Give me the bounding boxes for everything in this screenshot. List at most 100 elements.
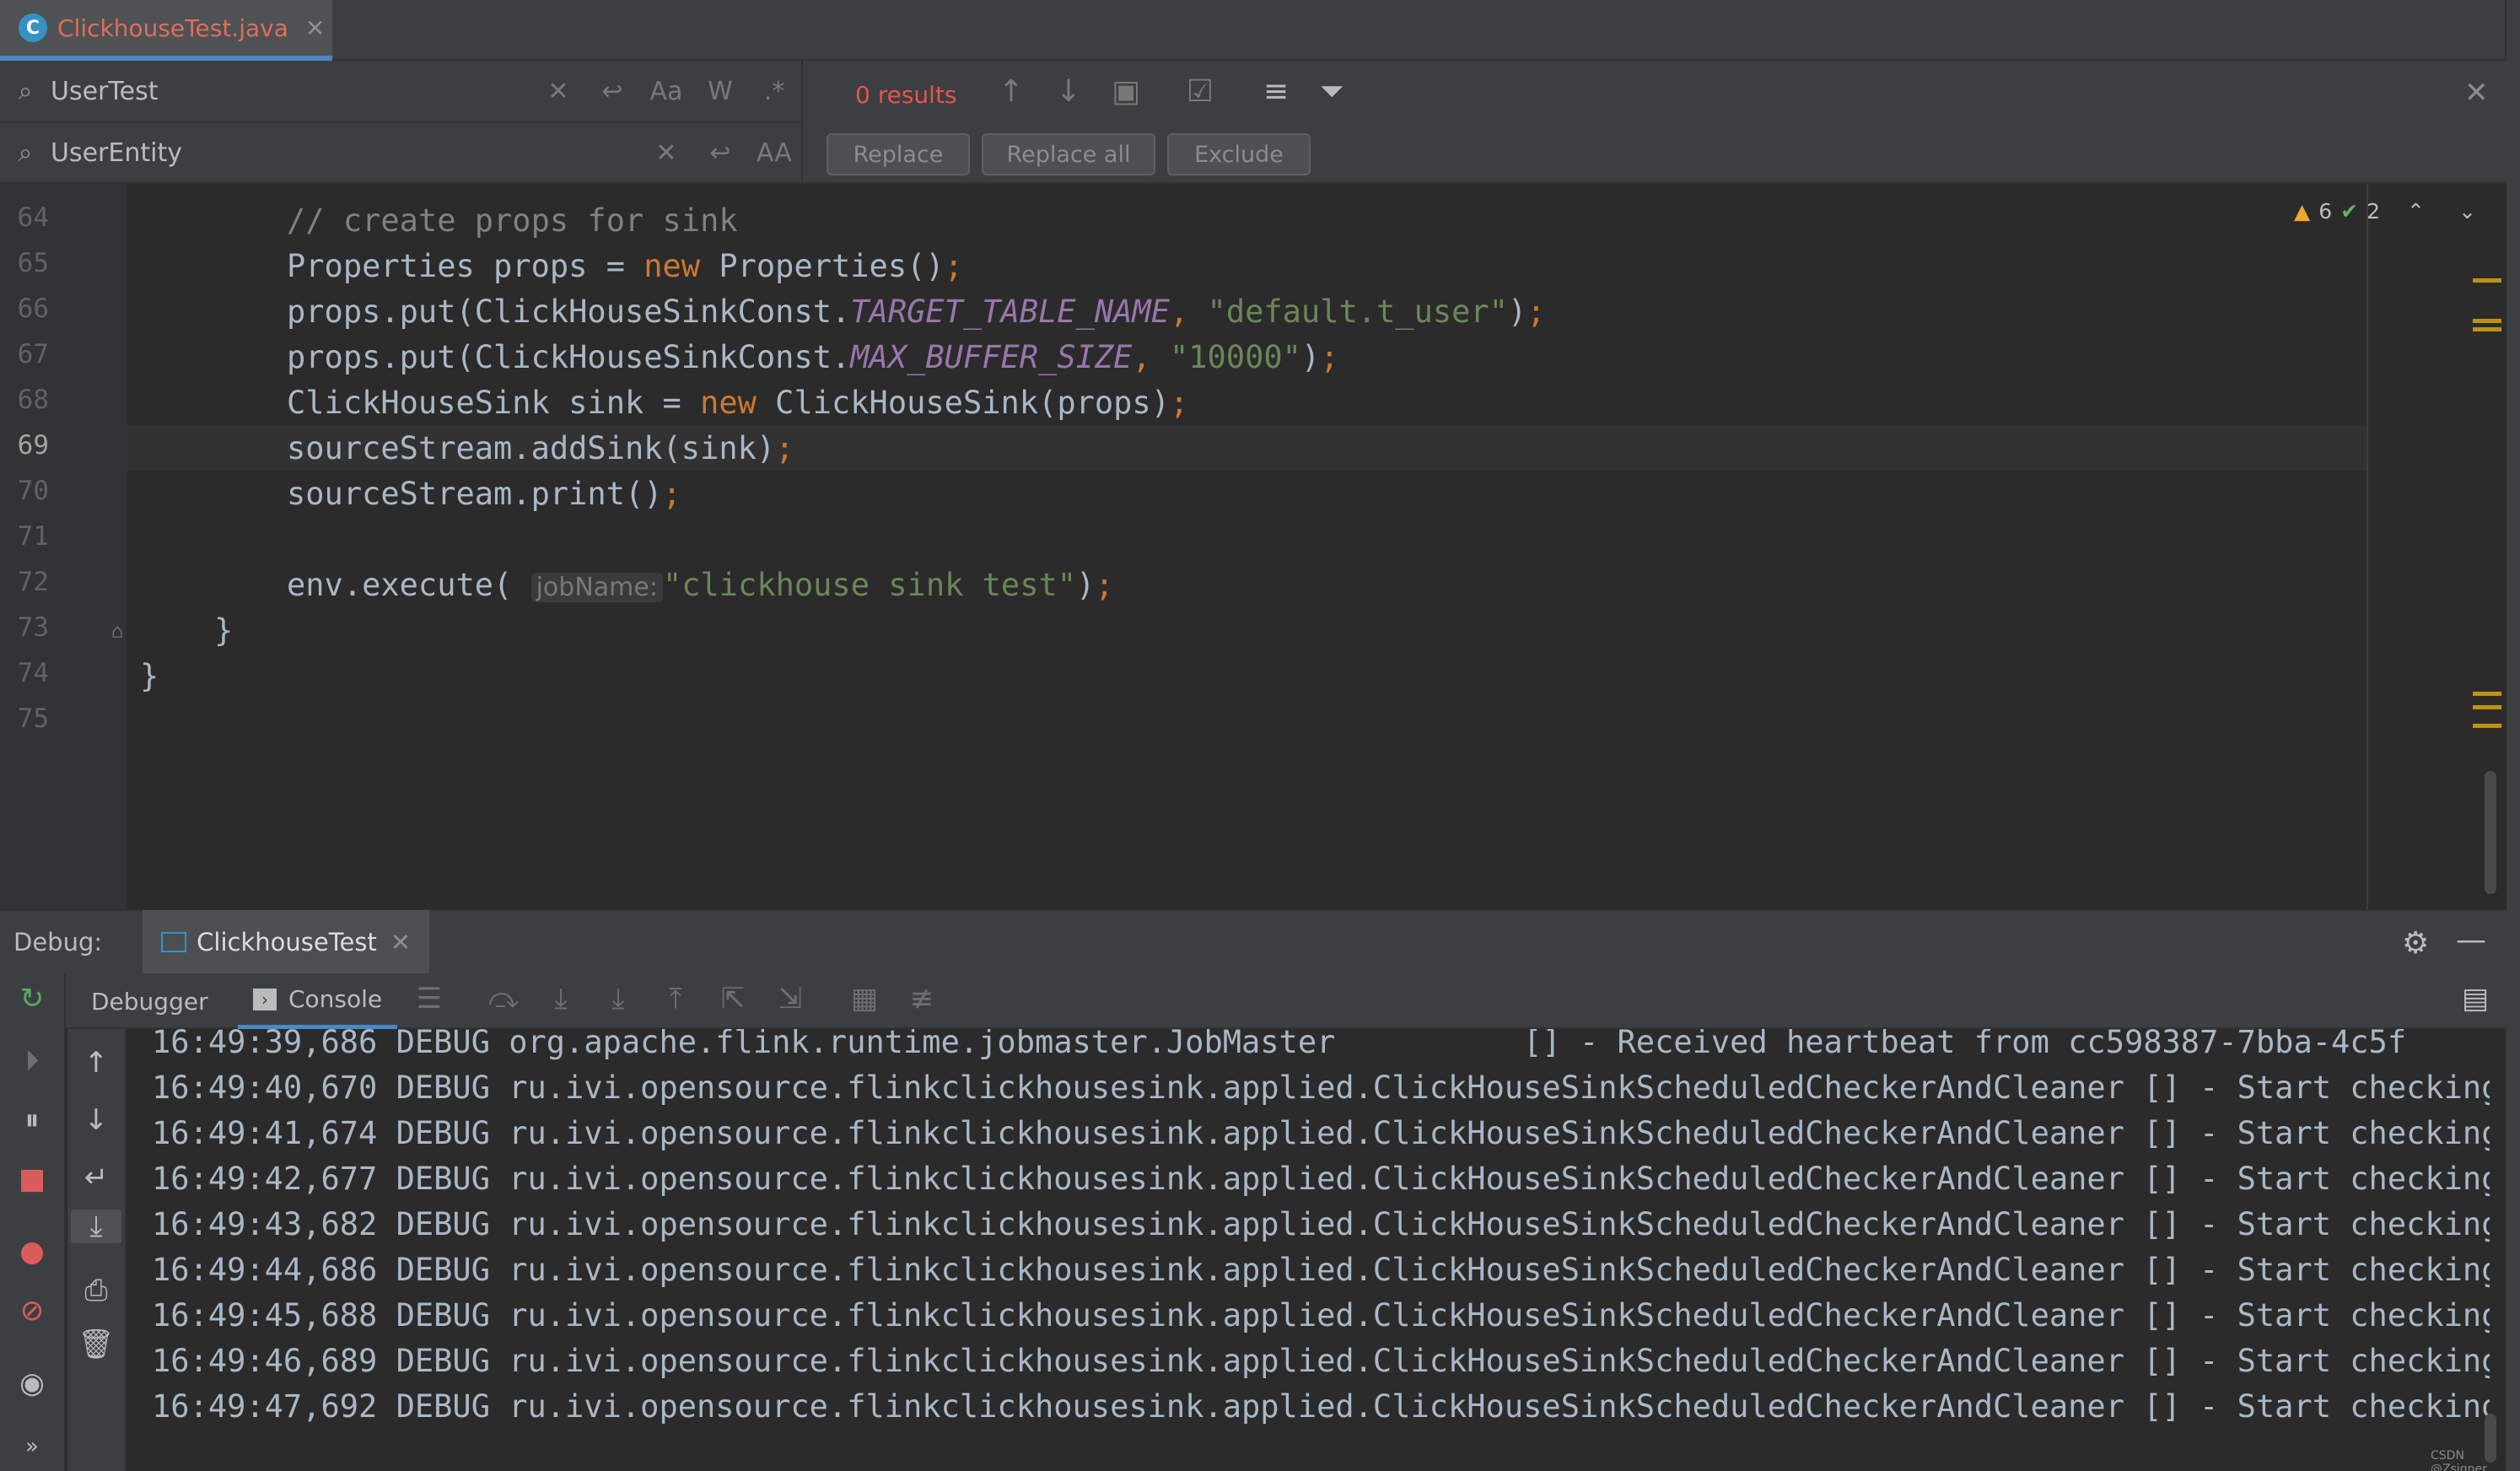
force-step-into-icon[interactable]: ⤓ bbox=[597, 982, 639, 1016]
log-line: 16:49:45,688 DEBUG ru.ivi.opensource.fli… bbox=[152, 1297, 2490, 1334]
right-tool-strip bbox=[2505, 0, 2520, 1471]
view-breakpoints-icon[interactable]: ● bbox=[7, 1235, 57, 1269]
more-icon[interactable]: » bbox=[7, 1434, 57, 1459]
code-text: sourceStream.print() bbox=[287, 476, 663, 512]
replace-all-button[interactable]: Replace all bbox=[982, 133, 1155, 175]
whole-words-toggle[interactable]: W bbox=[693, 77, 747, 106]
semicolon: ; bbox=[662, 476, 681, 512]
console-icon: › bbox=[253, 988, 277, 1010]
tab-debugger[interactable]: Debugger bbox=[91, 973, 208, 1029]
print-icon[interactable]: ⎙ bbox=[71, 1274, 121, 1307]
line-number: 70 bbox=[17, 476, 49, 506]
semicolon: ; bbox=[1320, 339, 1339, 375]
search-icon[interactable]: ⌕ bbox=[0, 77, 51, 106]
trace-stream-icon[interactable]: ≢ bbox=[901, 982, 943, 1016]
minimize-icon[interactable]: — bbox=[2456, 923, 2486, 957]
code-line-64: // create props for sink bbox=[287, 202, 738, 239]
debug-session-tab[interactable]: ClickhouseTest ✕ bbox=[143, 910, 430, 974]
mute-breakpoints-icon[interactable]: ⊘ bbox=[7, 1294, 57, 1328]
soft-wrap-icon[interactable]: ↵ bbox=[71, 1161, 121, 1194]
log-line: 16:49:41,674 DEBUG ru.ivi.opensource.fli… bbox=[152, 1115, 2490, 1151]
code-line-72: env.execute( jobName: "clickhouse sink te… bbox=[287, 567, 1114, 603]
evaluate-expression-icon[interactable]: ▦ bbox=[843, 982, 886, 1016]
warning-marker[interactable] bbox=[2473, 278, 2501, 283]
fold-marker-icon[interactable]: ⌂ bbox=[111, 619, 123, 643]
gear-icon[interactable]: ⚙ bbox=[2402, 926, 2429, 961]
comment: // create props for sink bbox=[287, 202, 738, 239]
editor-scrollbar[interactable] bbox=[2485, 771, 2496, 894]
code-line-67: props.put(ClickHouseSinkConst.MAX_BUFFER… bbox=[287, 339, 1338, 375]
regex-toggle[interactable]: .* bbox=[747, 77, 801, 106]
stop-icon[interactable]: ■ bbox=[7, 1162, 57, 1196]
semicolon: ; bbox=[1527, 294, 1546, 330]
in-selection-icon[interactable]: ☑ bbox=[1179, 74, 1221, 109]
parameter-hint: jobName: bbox=[530, 573, 663, 602]
drop-frame-icon[interactable]: ⇱ bbox=[712, 982, 754, 1016]
down-stack-icon[interactable]: ↓ bbox=[71, 1103, 121, 1137]
tab-console[interactable]: › Console bbox=[238, 973, 398, 1029]
close-find-icon[interactable]: ✕ bbox=[2464, 76, 2489, 110]
line-number: 65 bbox=[17, 248, 49, 278]
code-line-66: props.put(ClickHouseSinkConst.TARGET_TAB… bbox=[287, 294, 1546, 330]
step-into-icon[interactable]: ⤓ bbox=[540, 982, 582, 1016]
previous-occurrence-icon[interactable]: ↑ bbox=[990, 74, 1032, 109]
scroll-to-end-icon[interactable]: ⤓ bbox=[71, 1210, 121, 1243]
select-all-occurrences-icon[interactable]: ▣ bbox=[1105, 74, 1147, 109]
line-number-gutter: 64 65 66 67 68 69 70 71 72 73 74 75 ⌂ bbox=[0, 184, 127, 909]
code-text: props.put(ClickHouseSinkConst. bbox=[287, 294, 851, 330]
clear-all-icon[interactable]: 🗑 bbox=[71, 1328, 121, 1361]
comma: , bbox=[1132, 339, 1170, 375]
constant: MAX_BUFFER_SIZE bbox=[850, 339, 1133, 375]
restore-layout-icon[interactable]: ▤ bbox=[2454, 982, 2496, 1016]
close-tab-icon[interactable]: ✕ bbox=[305, 14, 325, 42]
close-session-icon[interactable]: ✕ bbox=[390, 928, 411, 956]
watermark: CSDN @Zsigner bbox=[2431, 1449, 2487, 1471]
line-number-current: 69 bbox=[17, 430, 49, 461]
check-icon: ✔ bbox=[2340, 199, 2359, 224]
debug-tool-window-header: Debug: ClickhouseTest ✕ ⚙ — bbox=[0, 909, 2507, 974]
code-text: ClickHouseSink sink = bbox=[287, 385, 701, 421]
debug-toolbar: Debugger › Console ☰ ⤼ ⤓ ⤓ ⤒ ⇱ ⇲ ▦ ≢ ▤ bbox=[0, 973, 2507, 1029]
warning-marker[interactable] bbox=[2473, 327, 2501, 331]
search-input[interactable]: UserTest bbox=[51, 77, 531, 106]
step-out-icon[interactable]: ⤒ bbox=[654, 982, 697, 1016]
line-number: 73 bbox=[17, 612, 49, 643]
clear-search-icon[interactable]: ✕ bbox=[531, 77, 585, 106]
warning-marker[interactable] bbox=[2473, 319, 2501, 323]
previous-highlight-icon[interactable]: ⌃ bbox=[2407, 199, 2425, 224]
replace-newline-icon[interactable]: ↩ bbox=[693, 138, 747, 168]
editor-tab-clickhousetest[interactable]: C ClickhouseTest.java ✕ bbox=[0, 0, 332, 61]
log-line: 16:49:40,670 DEBUG ru.ivi.opensource.fli… bbox=[152, 1070, 2490, 1106]
pause-icon[interactable]: ⏸ bbox=[7, 1103, 57, 1137]
clear-replace-icon[interactable]: ✕ bbox=[639, 138, 693, 168]
keyword: new bbox=[700, 385, 757, 421]
preserve-case-toggle[interactable]: AA bbox=[747, 138, 801, 168]
code-line-74: } bbox=[140, 658, 159, 694]
camera-icon[interactable]: ◉ bbox=[7, 1366, 57, 1400]
resume-icon[interactable]: ⏵ bbox=[7, 1044, 57, 1078]
warning-marker[interactable] bbox=[2473, 692, 2501, 696]
replace-button[interactable]: Replace bbox=[827, 133, 970, 175]
filter-icon[interactable]: ⏷ bbox=[1311, 74, 1353, 110]
run-to-cursor-icon[interactable]: ⇲ bbox=[769, 982, 811, 1016]
next-occurrence-icon[interactable]: ↓ bbox=[1047, 74, 1090, 109]
step-over-icon[interactable]: ⤼ bbox=[482, 982, 525, 1016]
code-text: Properties props = bbox=[287, 248, 644, 284]
warning-marker[interactable] bbox=[2473, 724, 2501, 728]
exclude-button[interactable]: Exclude bbox=[1167, 133, 1311, 175]
newline-icon[interactable]: ↩ bbox=[585, 77, 639, 106]
debug-session-title: ClickhouseTest bbox=[197, 928, 377, 956]
layout-icon[interactable]: ☰ bbox=[408, 982, 450, 1016]
match-case-toggle[interactable]: Aa bbox=[639, 77, 693, 106]
console-output[interactable]: 16:49:39,686 DEBUG org.apache.flink.runt… bbox=[128, 1029, 2490, 1471]
replace-input[interactable]: UserEntity bbox=[51, 138, 639, 168]
up-stack-icon[interactable]: ↑ bbox=[71, 1046, 121, 1080]
code-editor[interactable]: // create props for sink Properties prop… bbox=[127, 184, 2367, 909]
code-text: sourceStream.addSink(sink) bbox=[287, 430, 776, 466]
options-icon[interactable]: ≡ bbox=[1255, 74, 1297, 109]
rerun-icon[interactable]: ↻ bbox=[7, 982, 57, 1016]
inspection-widget[interactable]: ▲ 6 ✔ 2 ⌃ ⌄ bbox=[2294, 199, 2476, 224]
warning-marker[interactable] bbox=[2473, 705, 2501, 709]
line-number: 75 bbox=[17, 703, 49, 734]
next-highlight-icon[interactable]: ⌄ bbox=[2458, 199, 2476, 224]
